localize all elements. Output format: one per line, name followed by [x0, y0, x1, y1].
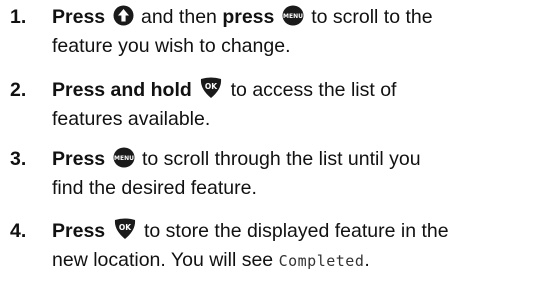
- step-text-segment: to scroll to the: [305, 6, 433, 28]
- up-arrow-key-icon: [113, 5, 134, 33]
- step-text-line2: find the desired feature.: [52, 177, 257, 199]
- step-text-line2: new location. You will see: [52, 249, 279, 271]
- step-text-line2: features available.: [52, 108, 211, 130]
- step-text-segment: to store the displayed feature in the: [138, 220, 449, 242]
- step-text-segment: and then: [135, 6, 223, 28]
- display-text-completed: Completed: [278, 252, 365, 270]
- step-text-segment: to scroll through the list until you: [136, 148, 421, 170]
- press-label: Press: [52, 220, 106, 242]
- menu-key-label: MENU: [283, 13, 303, 20]
- step-text-segment: to access the list of: [225, 79, 397, 101]
- menu-key-icon: MENU: [282, 5, 304, 33]
- press-label: press: [222, 6, 275, 28]
- step-text: Press MENU to scroll through the list un…: [52, 146, 532, 201]
- ok-key-icon: OK: [113, 218, 137, 247]
- menu-key-icon: MENU: [113, 147, 135, 175]
- step-text: Press and hold OK to access the list of …: [52, 77, 532, 132]
- step-number: 3.: [10, 148, 27, 170]
- ok-key-icon: OK: [199, 77, 223, 106]
- step-number: 2.: [10, 79, 27, 101]
- step-text: Press OK to store the displayed feature …: [52, 218, 532, 274]
- step-text-segment: .: [364, 249, 370, 271]
- ok-key-label: OK: [205, 82, 218, 91]
- step-number: 4.: [10, 220, 27, 242]
- press-label: Press: [52, 6, 106, 28]
- menu-key-label: MENU: [114, 155, 134, 162]
- step-text-line2: feature you wish to change.: [52, 35, 291, 57]
- step-text: Press and then press MENU to scroll to t…: [52, 4, 532, 59]
- step-number: 1.: [10, 6, 27, 28]
- ok-key-label: OK: [118, 223, 131, 232]
- press-label: Press: [52, 148, 106, 170]
- press-label: Press and hold: [52, 79, 192, 101]
